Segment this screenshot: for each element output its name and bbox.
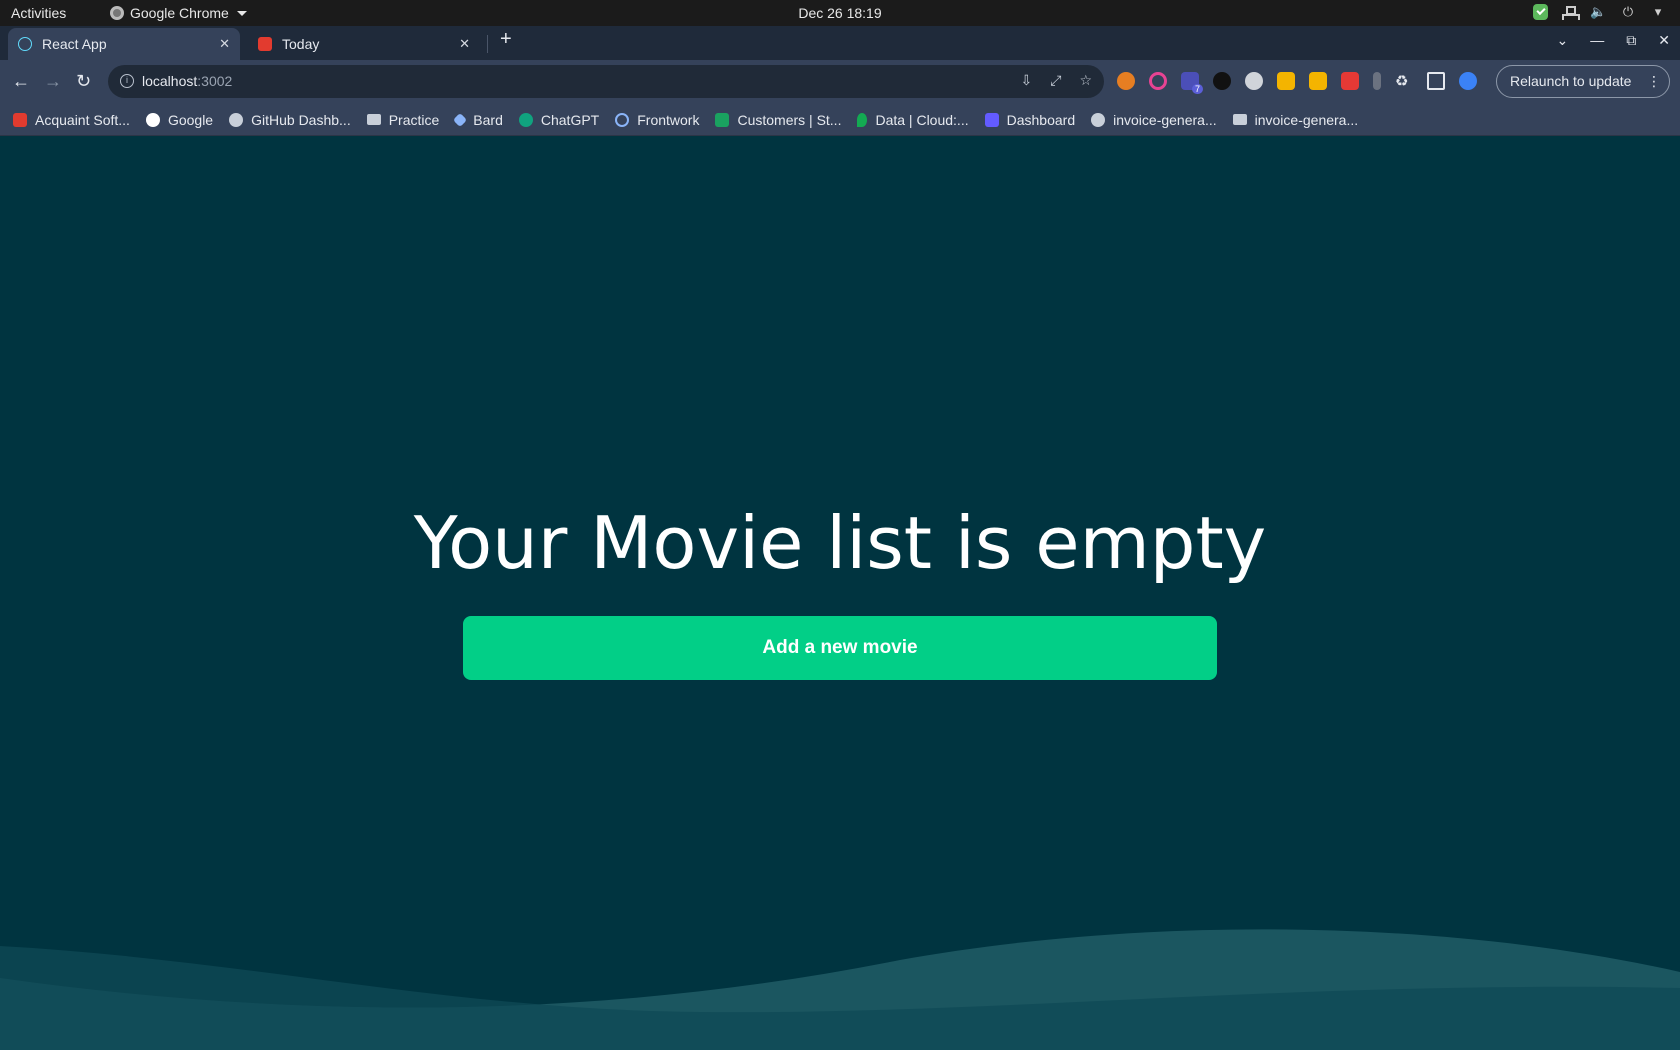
- network-icon[interactable]: [1562, 6, 1580, 20]
- extension-chart-icon[interactable]: [1277, 72, 1295, 90]
- extension-badge-count: 7: [1191, 84, 1203, 94]
- tab-title: Today: [282, 36, 320, 52]
- github-icon: [229, 112, 244, 127]
- extension-notion-icon[interactable]: [1213, 72, 1231, 90]
- bookmark-dashboard[interactable]: Dashboard: [984, 111, 1076, 128]
- extension-percent-icon[interactable]: [1341, 72, 1359, 90]
- today-icon: [258, 37, 272, 51]
- site-info-icon[interactable]: i: [120, 74, 134, 88]
- react-icon: [18, 37, 32, 51]
- bookmark-star-icon[interactable]: ☆: [1079, 72, 1092, 89]
- close-icon[interactable]: ✕: [459, 36, 470, 52]
- bookmark-practice[interactable]: Practice: [366, 111, 440, 128]
- chevron-down-icon[interactable]: ▾: [1650, 4, 1666, 20]
- tab-divider: [487, 35, 488, 53]
- bookmark-acquaint[interactable]: Acquaint Soft...: [13, 112, 130, 128]
- empty-state-heading: Your Movie list is empty: [413, 501, 1267, 585]
- close-window-icon[interactable]: ✕: [1658, 32, 1670, 49]
- extension-color-icon[interactable]: [1117, 72, 1135, 90]
- bard-icon: [453, 112, 468, 127]
- forward-arrow-icon[interactable]: →: [44, 71, 62, 92]
- chatgpt-icon: [518, 112, 533, 127]
- bookmark-bard[interactable]: Bard: [453, 111, 503, 128]
- bookmark-customers[interactable]: Customers | St...: [715, 112, 841, 128]
- extension-rss-icon[interactable]: [1309, 72, 1327, 90]
- bookmark-google[interactable]: Google: [145, 111, 214, 128]
- install-app-icon[interactable]: ⇩: [1021, 72, 1033, 89]
- bookmark-label: Data | Cloud:...: [875, 111, 969, 128]
- relaunch-to-update-button[interactable]: Relaunch to update ⋮: [1496, 65, 1670, 98]
- bookmark-label: invoice-genera...: [1254, 111, 1359, 128]
- dashboard-icon: [984, 112, 999, 127]
- folder-icon: [1232, 114, 1247, 125]
- bookmark-label: Acquaint Soft...: [35, 111, 130, 128]
- new-tab-plus-icon[interactable]: +: [500, 28, 512, 51]
- back-arrow-icon[interactable]: ←: [12, 71, 30, 92]
- window-controls: ⌄ — ⧉ ✕: [1557, 32, 1670, 49]
- page-viewport: Your Movie list is empty Add a new movie: [0, 136, 1680, 1050]
- shield-check-icon[interactable]: [1533, 4, 1548, 20]
- relaunch-label: Relaunch to update: [1510, 73, 1632, 89]
- acquaint-icon: [13, 112, 27, 127]
- extension-github-icon[interactable]: [1245, 72, 1263, 90]
- bookmark-invoice-folder[interactable]: invoice-genera...: [1232, 111, 1359, 128]
- url-text[interactable]: localhost:3002: [142, 73, 232, 89]
- extension-ring-icon[interactable]: [1149, 72, 1167, 90]
- bookmark-label: Customers | St...: [737, 111, 842, 128]
- github-icon: [1091, 112, 1106, 127]
- frontwork-icon: [615, 112, 630, 127]
- bookmark-chatgpt[interactable]: ChatGPT: [518, 111, 600, 128]
- bookmark-data-cloud[interactable]: Data | Cloud:...: [857, 111, 969, 128]
- url-port: :3002: [197, 73, 233, 89]
- customers-icon: [715, 112, 730, 127]
- minimize-icon[interactable]: —: [1590, 32, 1604, 49]
- browser-toolbar: ← → ↻ i localhost:3002 ⇩ ⤢ ☆ 7 ♻ Relaunc…: [0, 60, 1680, 104]
- bookmark-label: GitHub Dashb...: [251, 111, 351, 128]
- url-host: localhost: [142, 73, 198, 89]
- kebab-menu-icon[interactable]: ⋮: [1647, 73, 1661, 90]
- google-icon: [145, 112, 160, 127]
- bookmark-label: Bard: [473, 111, 503, 128]
- folder-icon: [366, 114, 381, 125]
- profile-avatar[interactable]: [1459, 72, 1477, 90]
- extension-badge-icon[interactable]: 7: [1181, 72, 1203, 94]
- extensions-puzzle-icon[interactable]: ♻: [1395, 72, 1413, 90]
- bookmark-label: Google: [167, 111, 214, 128]
- tab-today[interactable]: Today ✕: [248, 28, 480, 60]
- bookmark-label: Practice: [388, 111, 440, 128]
- address-bar[interactable]: i localhost:3002 ⇩ ⤢ ☆: [108, 65, 1104, 98]
- bookmark-github-dashboard[interactable]: GitHub Dashb...: [229, 112, 351, 128]
- tab-strip: React App ✕ Today ✕ + ⌄ — ⧉ ✕: [0, 26, 1680, 60]
- bookmarks-bar: Acquaint Soft... Google GitHub Dashb... …: [0, 104, 1680, 136]
- restore-icon[interactable]: ⧉: [1626, 32, 1636, 49]
- tab-react-app[interactable]: React App ✕: [8, 28, 240, 60]
- share-icon[interactable]: ⤢: [1050, 72, 1061, 89]
- bookmark-label: Dashboard: [1006, 111, 1076, 128]
- system-top-bar: Activities Google Chrome Dec 26 18:19 🔈 …: [0, 0, 1680, 26]
- bookmark-label: ChatGPT: [540, 111, 600, 128]
- side-panel-icon[interactable]: [1427, 72, 1445, 90]
- close-icon[interactable]: ✕: [219, 36, 230, 52]
- reload-icon[interactable]: ↻: [76, 71, 91, 92]
- tab-search-chevron-icon[interactable]: ⌄: [1557, 32, 1569, 49]
- bookmark-frontwork[interactable]: Frontwork: [615, 112, 699, 128]
- volume-muted-icon[interactable]: 🔈: [1590, 4, 1606, 20]
- bookmark-label: invoice-genera...: [1113, 111, 1217, 128]
- mongodb-icon: [857, 112, 868, 127]
- extensions-row: 7 ♻: [1117, 72, 1477, 94]
- decorative-waves: [0, 929, 1680, 1050]
- system-tray[interactable]: 🔈 ⏻ ▾: [1533, 4, 1666, 20]
- tab-title: React App: [42, 36, 107, 52]
- bookmark-invoice-github[interactable]: invoice-genera...: [1091, 112, 1217, 128]
- extension-pin-icon[interactable]: [1373, 72, 1381, 90]
- power-icon[interactable]: ⏻: [1620, 4, 1636, 20]
- bookmark-label: Frontwork: [637, 111, 700, 128]
- clock[interactable]: Dec 26 18:19: [0, 5, 1680, 21]
- add-new-movie-button[interactable]: Add a new movie: [463, 616, 1217, 680]
